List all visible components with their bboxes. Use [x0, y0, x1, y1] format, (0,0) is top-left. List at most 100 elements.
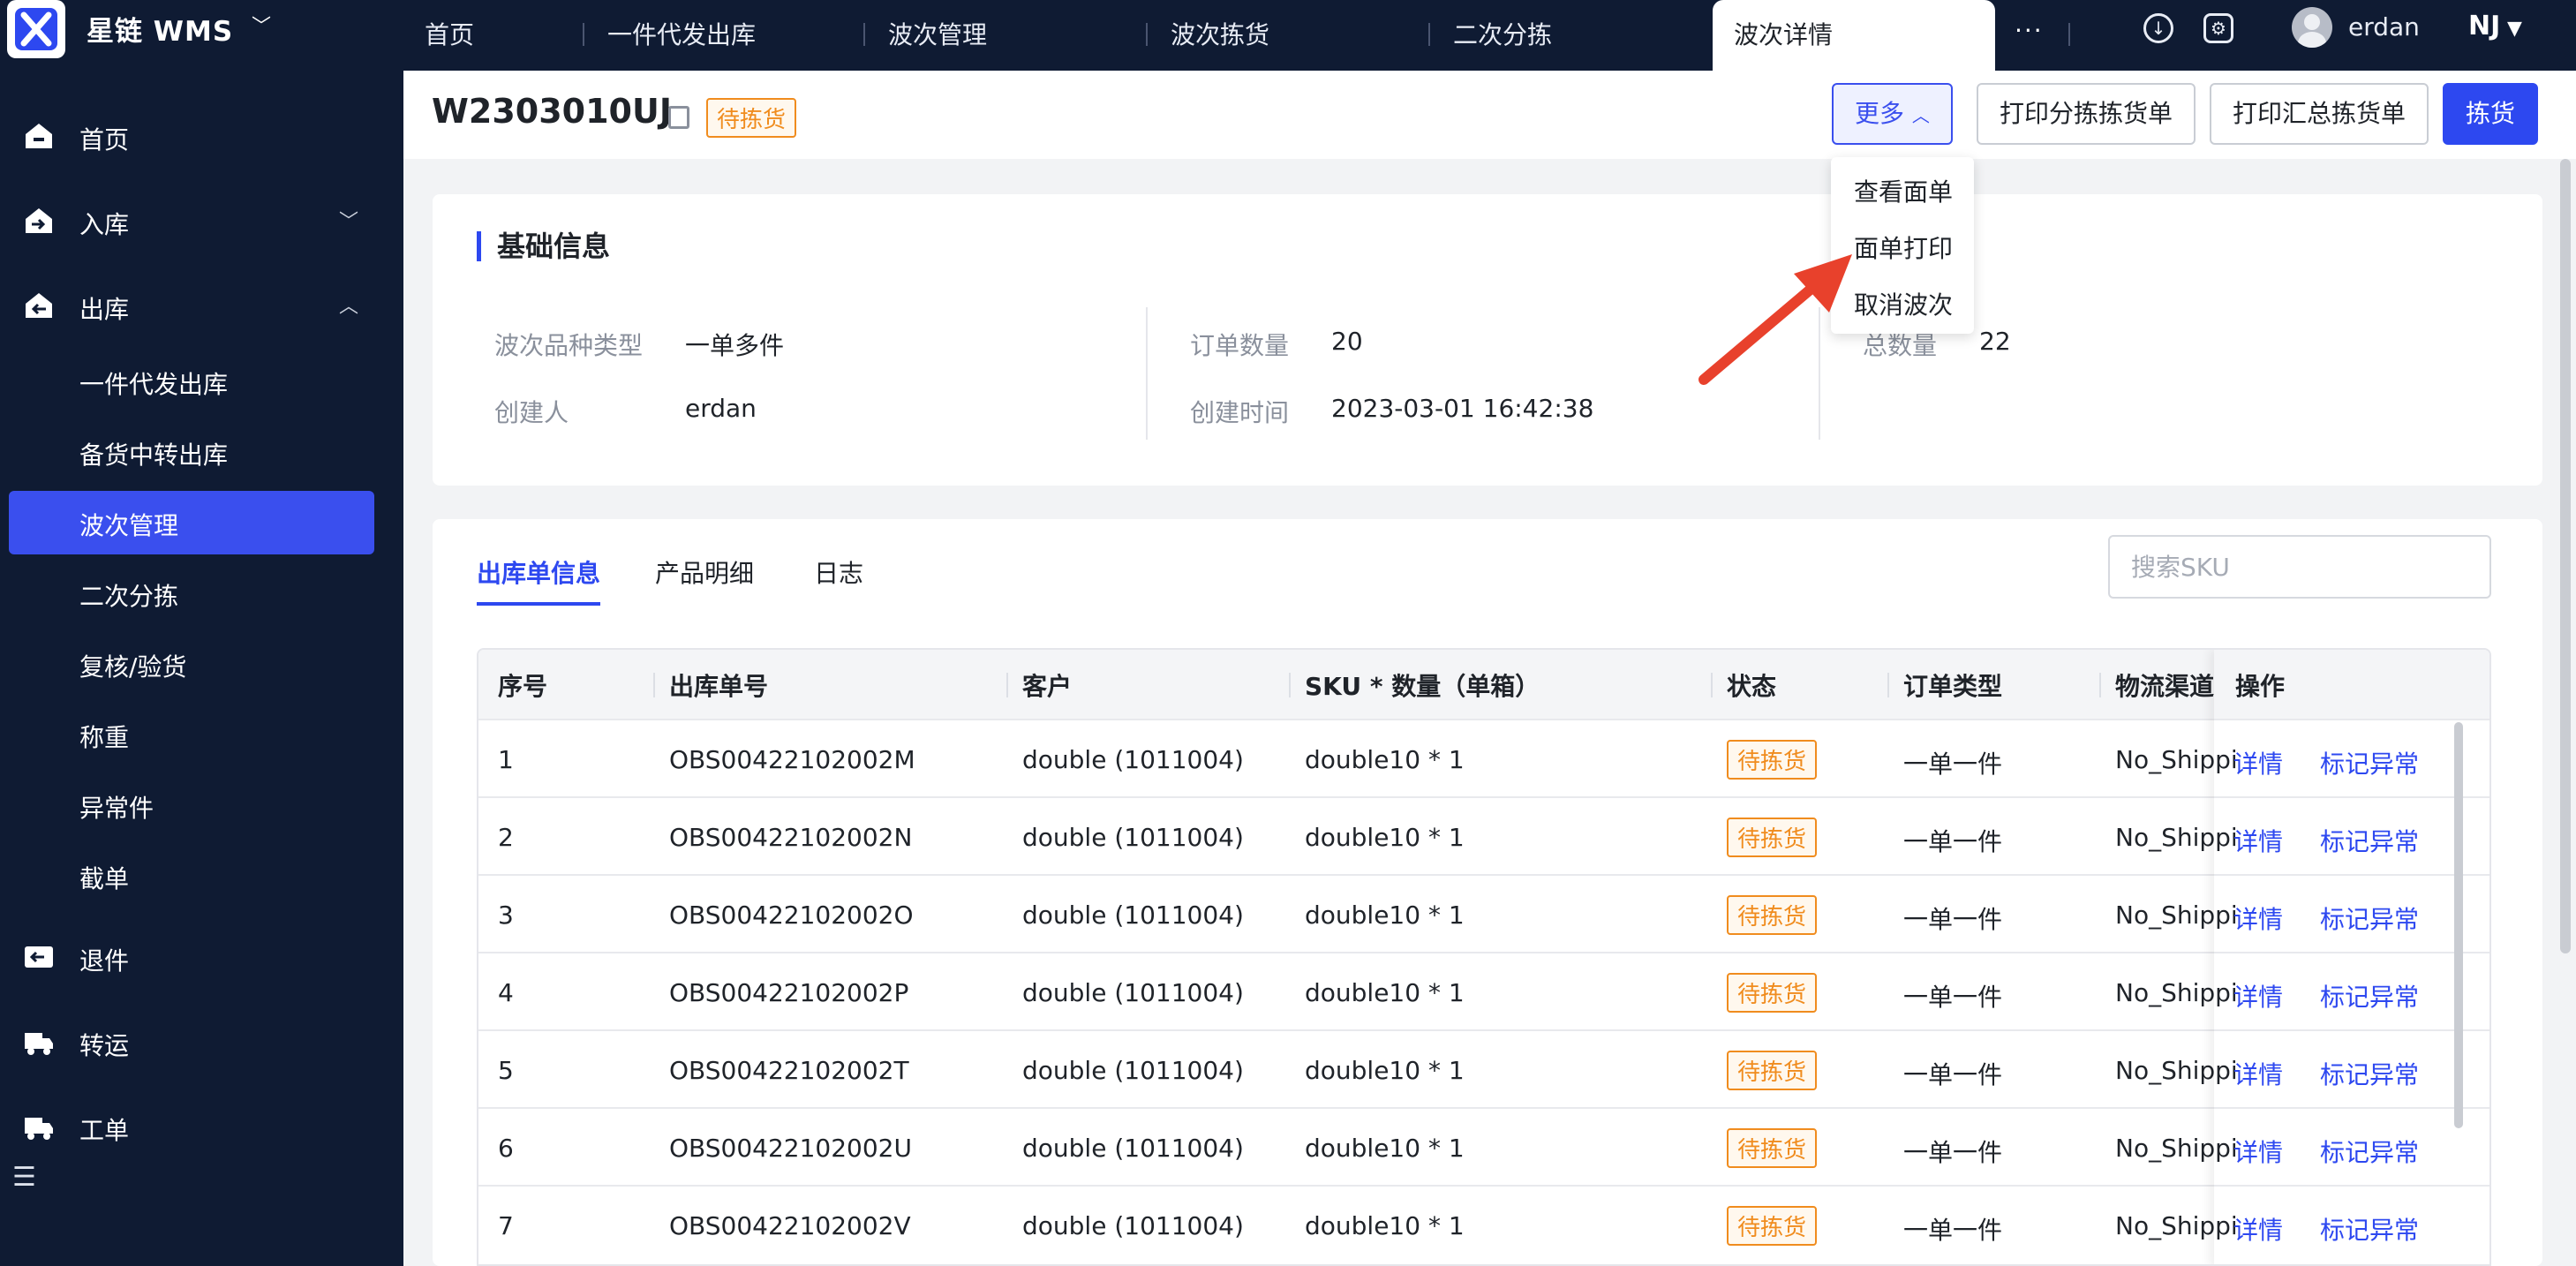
order-type-cell: 一单一件 [1903, 750, 2003, 779]
table-scrollbar[interactable] [2454, 722, 2463, 1128]
tabs-divider [2068, 23, 2070, 46]
column-divider [1006, 673, 1008, 697]
sku-quantity-cell: double10 * 1 [1305, 823, 1465, 852]
tab-outbound-info[interactable]: 出库单信息 [477, 554, 600, 590]
order-type-cell: 一单一件 [1903, 1216, 2003, 1245]
status-badge: 待拣货 [1727, 973, 1818, 1013]
sidebar-item-label: 出库 [79, 295, 130, 324]
customer-cell: double (1011004) [1022, 823, 1244, 852]
sku-quantity-cell: double10 * 1 [1305, 1211, 1465, 1240]
sidebar-item-inbound[interactable]: 入库 ﹀ [0, 191, 403, 252]
tab-dropship-outbound[interactable]: 一件代发出库 [584, 0, 865, 71]
tab-wave-picking[interactable]: 波次拣货 [1148, 0, 1430, 71]
sidebar-item-intercept[interactable]: 截单 [9, 844, 374, 908]
chevron-up-icon: ︿ [339, 296, 359, 318]
info-value: 22 [1979, 327, 2011, 356]
column-header: 物流渠道 [2115, 672, 2215, 701]
tab-wave-management[interactable]: 波次管理 [865, 0, 1148, 71]
customer-cell: double (1011004) [1022, 901, 1244, 930]
download-icon[interactable]: ↓ [2143, 13, 2173, 43]
search-sku-input[interactable] [2108, 535, 2491, 599]
status-badge: 待拣货 [706, 98, 797, 138]
sku-quantity-cell: double10 * 1 [1305, 1134, 1465, 1163]
sidebar-item-home[interactable]: 首页 [0, 106, 403, 168]
status-badge: 待拣货 [1727, 1128, 1818, 1168]
caret-down-icon: ▼ [2500, 18, 2522, 40]
outbound-order-number: OBS00422102002U [669, 1134, 912, 1163]
tab-wave-detail[interactable]: 波次详情 [1713, 0, 1995, 71]
customer-cell: double (1011004) [1022, 1211, 1244, 1240]
order-type-cell: 一单一件 [1903, 905, 2003, 934]
outbound-order-number: OBS00422102002M [669, 745, 915, 774]
collapse-sidebar-icon[interactable]: ☰ [12, 1162, 39, 1193]
avatar[interactable] [2292, 7, 2332, 48]
sidebar-item-exceptions[interactable]: 异常件 [9, 773, 374, 837]
sidebar-item-returns[interactable]: 退件 [0, 927, 403, 989]
sidebar-item-secondary-sorting[interactable]: 二次分拣 [9, 561, 374, 625]
more-button[interactable]: 更多 ︿ [1832, 83, 1953, 145]
print-summary-pick-list-button[interactable]: 打印汇总拣货单 [2210, 83, 2429, 145]
sidebar-item-transfer[interactable]: 转运 [0, 1012, 403, 1074]
sidebar-item-wave-management[interactable]: 波次管理 [9, 491, 374, 554]
sidebar: 首页 入库 ﹀ 出库 ︿ 一件代发出库 备货中转出库 波次管理 二次分拣 复核/… [0, 71, 403, 1266]
app-switch-chevron-icon[interactable]: ﹀ [252, 11, 271, 39]
order-type-cell: 一单一件 [1903, 983, 2003, 1012]
page-scrollbar[interactable] [2560, 159, 2571, 953]
divider [1146, 307, 1148, 440]
info-value: 一单多件 [685, 331, 785, 360]
inbound-icon [26, 208, 52, 233]
column-divider [1711, 673, 1713, 697]
sidebar-item-label: 入库 [79, 210, 130, 239]
tabs-more-icon[interactable]: ··· [2015, 16, 2044, 45]
sidebar-item-weighing[interactable]: 称重 [9, 703, 374, 766]
sidebar-item-label: 退件 [79, 946, 130, 976]
settings-icon[interactable]: ⚙ [2203, 13, 2233, 43]
sidebar-item-work-order[interactable]: 工单 [0, 1096, 403, 1158]
app-title[interactable]: 星链 WMS [87, 9, 233, 49]
tab-home[interactable]: 首页 [402, 0, 584, 71]
active-tab-indicator [477, 602, 600, 606]
sidebar-item-label: 截单 [79, 864, 130, 893]
table-row: 4 OBS00422102002P double (1011004) double10… [478, 952, 2489, 1029]
copy-icon[interactable] [668, 106, 689, 129]
sku-quantity-cell: double10 * 1 [1305, 1056, 1465, 1085]
table-row: 3 OBS00422102002O double (1011004) double10… [478, 874, 2489, 952]
tab-log[interactable]: 日志 [814, 554, 863, 590]
home-icon [26, 124, 52, 148]
customer-cell: double (1011004) [1022, 745, 1244, 774]
table-row: 1 OBS00422102002M double (1011004) double10… [478, 719, 2489, 796]
sidebar-item-label: 工单 [79, 1116, 130, 1145]
column-divider [2099, 673, 2101, 697]
sku-quantity-cell: double10 * 1 [1305, 901, 1465, 930]
sidebar-item-transit-outbound[interactable]: 备货中转出库 [9, 420, 374, 484]
order-type-cell: 一单一件 [1903, 827, 2003, 856]
info-label: 创建人 [494, 398, 569, 427]
logo-icon [15, 8, 57, 50]
basic-info-card: 基础信息 波次品种类型 一单多件 创建人 erdan 订单数量 20 创建时间 … [433, 194, 2542, 486]
column-divider [653, 673, 655, 697]
language-switch[interactable]: NJ ▼ [2468, 11, 2522, 41]
sidebar-item-review[interactable]: 复核/验货 [9, 632, 374, 696]
info-label: 订单数量 [1190, 331, 1290, 360]
sidebar-item-label: 称重 [79, 723, 130, 752]
sidebar-item-label: 复核/验货 [79, 652, 187, 682]
pick-button[interactable]: 拣货 [2443, 83, 2539, 145]
outbound-order-number: OBS00422102002N [669, 823, 913, 852]
order-type-cell: 一单一件 [1903, 1138, 2003, 1167]
table-row: 5 OBS00422102002T double (1011004) double10… [478, 1029, 2489, 1107]
tab-product-detail[interactable]: 产品明细 [655, 554, 754, 590]
app-logo[interactable] [7, 0, 65, 58]
outbound-order-number: OBS00422102002T [669, 1056, 909, 1085]
table-row: 6 OBS00422102002U double (1011004) double10… [478, 1107, 2489, 1185]
sidebar-item-dropship-outbound[interactable]: 一件代发出库 [9, 350, 374, 413]
order-list-card: 出库单信息 产品明细 日志 序号 出库单号 客户 SKU * 数量（单箱） 状态… [433, 519, 2542, 1266]
sidebar-item-outbound[interactable]: 出库 ︿ [0, 275, 403, 337]
status-badge: 待拣货 [1727, 740, 1818, 780]
tab-secondary-sorting[interactable]: 二次分拣 [1430, 0, 1713, 71]
print-sort-pick-list-button[interactable]: 打印分拣拣货单 [1977, 83, 2196, 145]
table-row: 2 OBS00422102002N double (1011004) double10… [478, 796, 2489, 874]
menu-item-view-label[interactable]: 查看面单 [1854, 173, 1953, 208]
fixed-action-column [2214, 650, 2489, 1264]
username[interactable]: erdan [2348, 12, 2420, 41]
column-divider [1289, 673, 1291, 697]
